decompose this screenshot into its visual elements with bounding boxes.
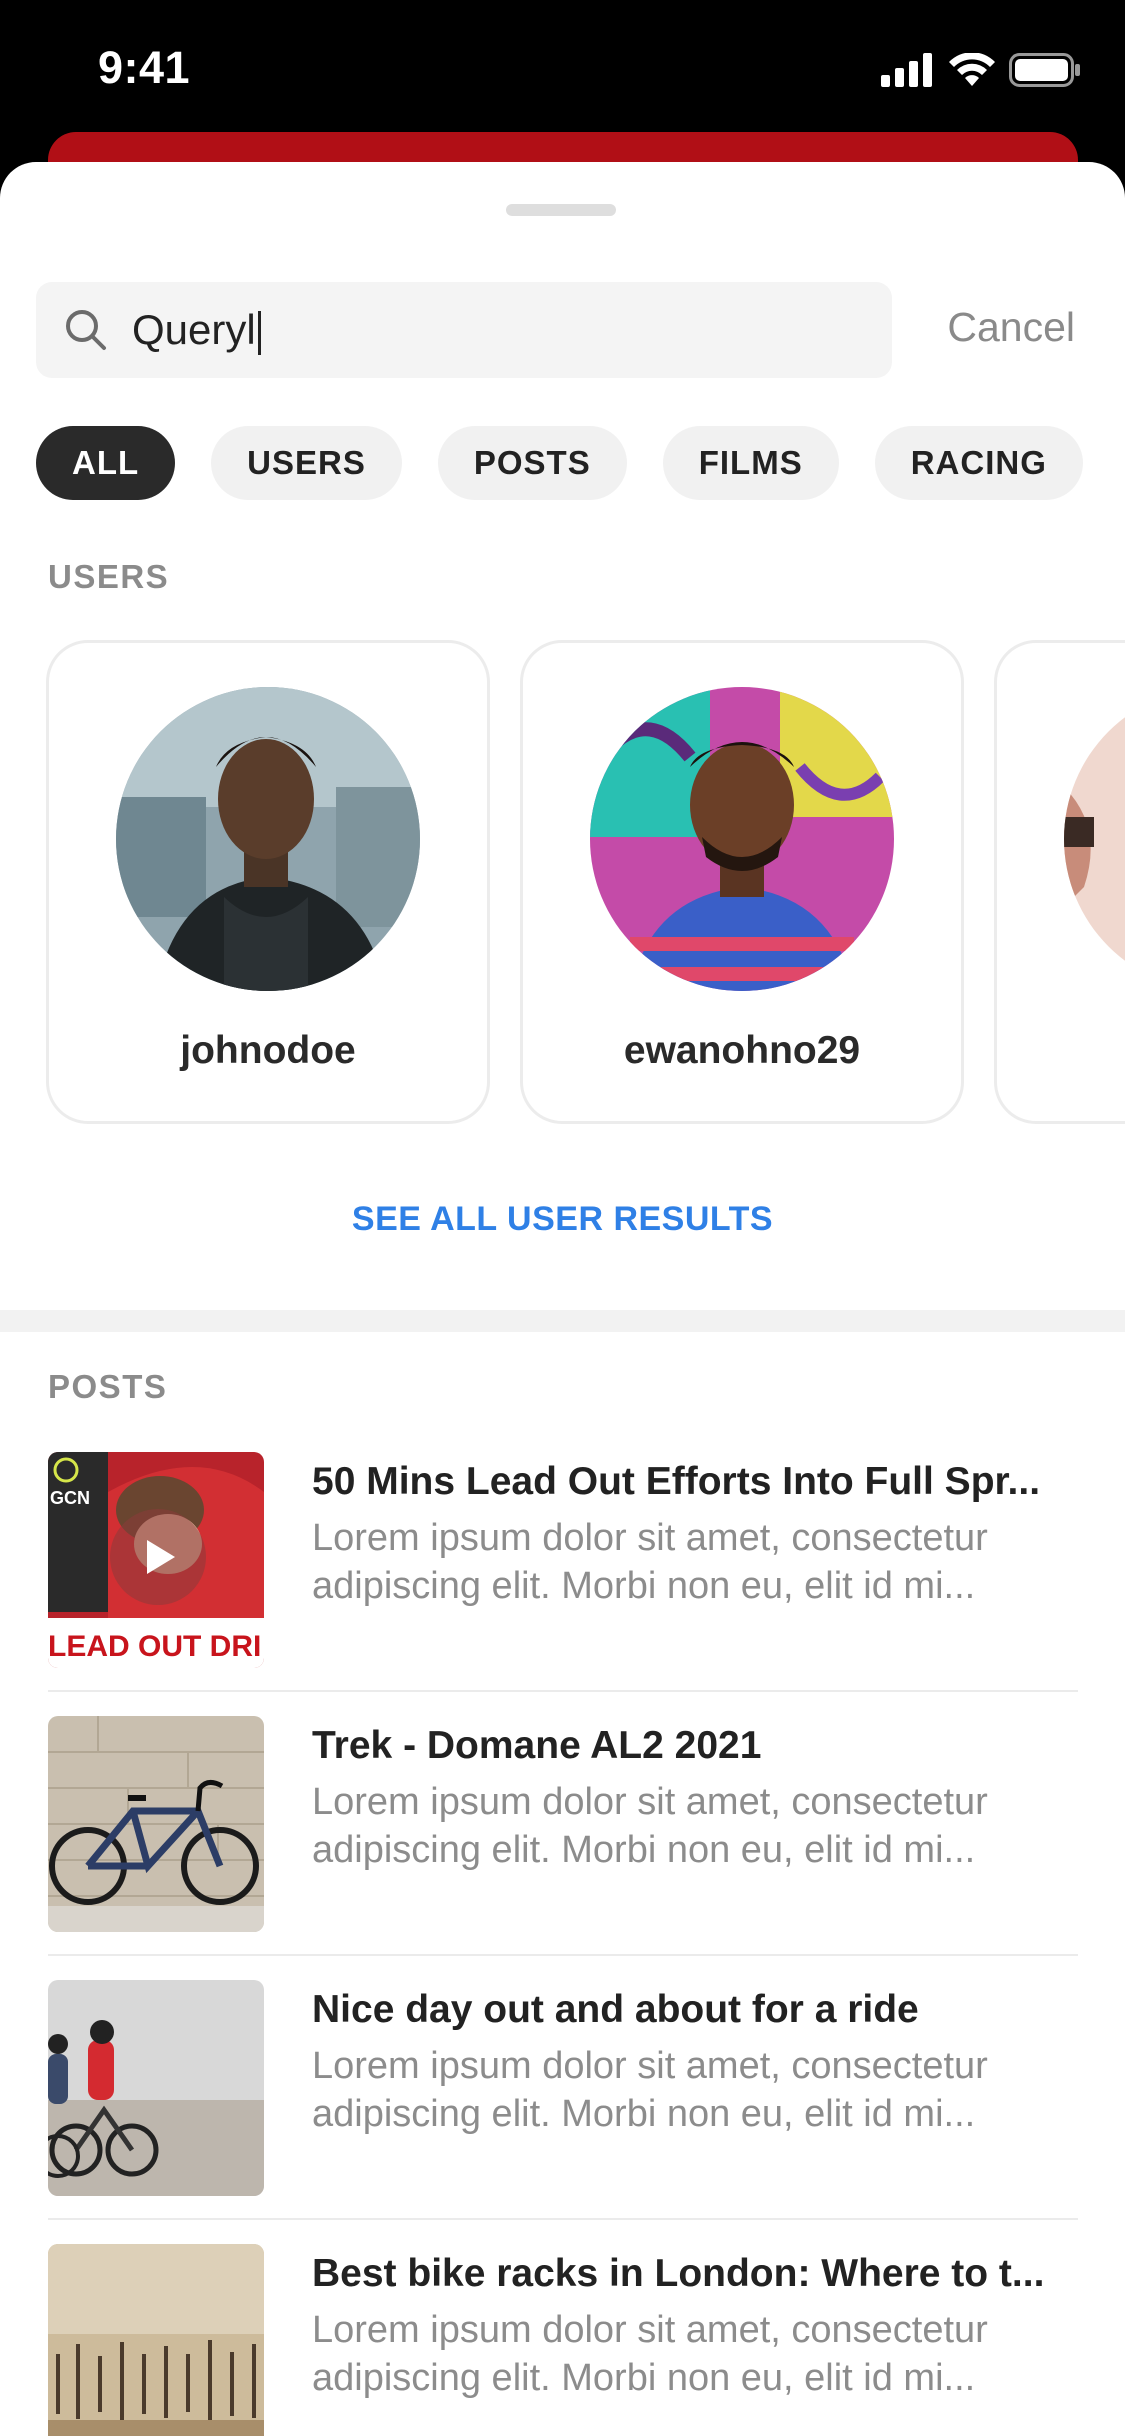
- list-divider: [48, 2218, 1078, 2220]
- thumb-logo-text: GCN: [50, 1488, 90, 1508]
- user-card[interactable]: johnodoe: [46, 640, 490, 1124]
- post-thumbnail: [48, 1980, 264, 2196]
- post-title: 50 Mins Lead Out Efforts Into Full Spr..…: [312, 1460, 1041, 1503]
- avatar: [116, 687, 420, 991]
- post-thumbnail: GCN LEAD OUT DRI: [48, 1452, 264, 1668]
- sheet-grabber[interactable]: [506, 204, 616, 216]
- list-divider: [48, 1954, 1078, 1956]
- post-description: Lorem ipsum dolor sit amet, consectetur …: [312, 1781, 988, 1871]
- filter-chip-users[interactable]: USERS: [211, 426, 402, 500]
- status-icons: [881, 50, 1081, 90]
- see-all-users-link[interactable]: SEE ALL USER RESULTS: [0, 1200, 1125, 1239]
- filter-chip-racing[interactable]: RACING: [874, 426, 1083, 500]
- cellular-signal-icon: [881, 53, 932, 87]
- post-thumbnail: [48, 1716, 264, 1932]
- post-list-item[interactable]: GCN LEAD OUT DRI 50 Mins Lead Out Effort…: [48, 1452, 1078, 1716]
- post-title: Trek - Domane AL2 2021: [312, 1724, 762, 1767]
- avatar: [1064, 687, 1125, 991]
- status-time: 9:41: [98, 42, 191, 93]
- cancel-button[interactable]: Cancel: [947, 304, 1075, 351]
- posts-section-label: POSTS: [48, 1368, 168, 1405]
- post-list-item[interactable]: Best bike racks in London: Where to t...…: [48, 2244, 1078, 2436]
- post-thumbnail: [48, 2244, 264, 2436]
- list-divider: [48, 1690, 1078, 1692]
- post-list-item[interactable]: Trek - Domane AL2 2021 Lorem ipsum dolor…: [48, 1716, 1078, 1980]
- text-caret: [257, 310, 261, 355]
- users-section-label: USERS: [48, 558, 170, 595]
- filter-chip-all[interactable]: ALL: [36, 426, 176, 500]
- thumb-caption-text: LEAD OUT DRI: [48, 1630, 261, 1663]
- username: ewanohno29: [623, 1029, 861, 1072]
- username: johnodoe: [180, 1029, 356, 1072]
- post-list-item[interactable]: Nice day out and about for a ride Lorem …: [48, 1980, 1078, 2244]
- post-description: Lorem ipsum dolor sit amet, consectetur …: [312, 2309, 988, 2399]
- search-query-text: Queryl: [132, 304, 261, 356]
- search-sheet: Queryl Cancel ALL USERS POSTS FILMS RACI…: [0, 162, 1125, 2436]
- filter-chip-films[interactable]: FILMS: [662, 426, 839, 500]
- post-description: Lorem ipsum dolor sit amet, consectetur …: [312, 2045, 988, 2135]
- filter-chip-posts[interactable]: POSTS: [437, 426, 627, 500]
- avatar: [590, 687, 894, 991]
- battery-icon: [1009, 53, 1080, 87]
- search-input[interactable]: Queryl: [36, 282, 892, 378]
- user-card[interactable]: ewanohno29: [520, 640, 964, 1124]
- section-divider: [0, 1310, 1125, 1332]
- wifi-icon: [949, 53, 995, 86]
- post-title: Nice day out and about for a ride: [312, 1988, 919, 2031]
- post-description: Lorem ipsum dolor sit amet, consectetur …: [312, 1517, 988, 1607]
- status-bar: 9:41: [0, 0, 1125, 140]
- post-title: Best bike racks in London: Where to t...: [312, 2252, 1045, 2295]
- user-card[interactable]: [994, 640, 1125, 1124]
- search-icon: [66, 310, 106, 350]
- filter-chips: ALL USERS POSTS FILMS RACING: [36, 426, 1083, 500]
